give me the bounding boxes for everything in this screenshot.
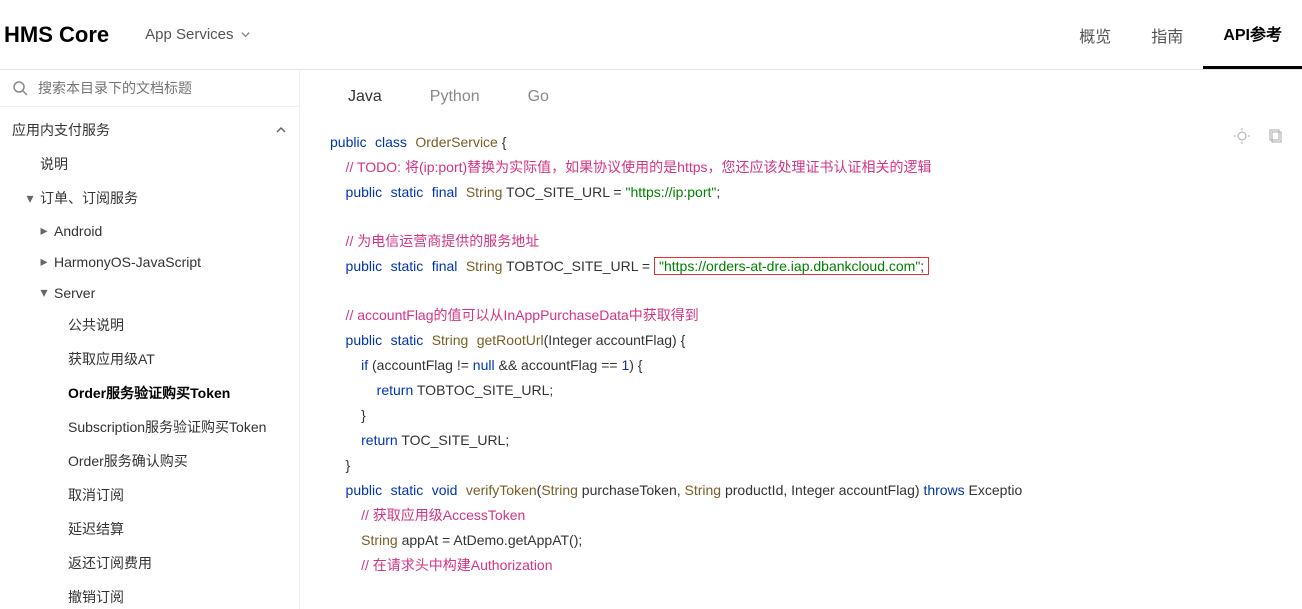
chevron-down-icon — [240, 29, 251, 40]
theme-toggle-icon[interactable] — [1234, 128, 1250, 149]
sidebar-item[interactable]: Subscription服务验证购买Token — [0, 410, 299, 444]
tab-overview[interactable]: 概览 — [1059, 0, 1131, 69]
sidebar-item[interactable]: 延迟结算 — [0, 512, 299, 546]
code-tab-go[interactable]: Go — [528, 88, 549, 106]
highlighted-url: "https://orders-at-dre.iap.dbankcloud.co… — [654, 257, 929, 275]
sidebar-item-label: 返还订阅费用 — [68, 553, 152, 573]
sidebar-item[interactable]: ▸HarmonyOS-JavaScript — [0, 246, 299, 277]
sidebar-item[interactable]: 获取应用级AT — [0, 342, 299, 376]
search-icon — [12, 80, 28, 96]
sidebar: 应用内支付服务 说明▾订单、订阅服务▸Android▸HarmonyOS-Jav… — [0, 70, 300, 609]
sidebar-root[interactable]: 应用内支付服务 — [0, 113, 299, 147]
sidebar-item-label: Order服务验证购买Token — [68, 383, 230, 403]
code-lang-tabs: Java Python Go — [300, 70, 1302, 120]
sidebar-item[interactable]: 公共说明 — [0, 308, 299, 342]
sidebar-item-label: 公共说明 — [68, 315, 124, 335]
code-toolbar — [1234, 128, 1284, 149]
tab-guide[interactable]: 指南 — [1131, 0, 1203, 69]
sidebar-item[interactable]: 取消订阅 — [0, 478, 299, 512]
code-tab-java[interactable]: Java — [348, 88, 382, 106]
sidebar-item[interactable]: 返还订阅费用 — [0, 546, 299, 580]
sidebar-item-label: HarmonyOS-JavaScript — [54, 254, 201, 270]
header: HMS Core App Services 概览 指南 API参考 — [0, 0, 1302, 70]
caret-icon: ▾ — [24, 190, 36, 207]
brand-logo: HMS Core — [4, 22, 109, 48]
caret-icon: ▸ — [38, 222, 50, 239]
sidebar-root-label: 应用内支付服务 — [12, 120, 110, 140]
sidebar-item-label: Order服务确认购买 — [68, 451, 188, 471]
search-row — [0, 70, 299, 107]
sidebar-item[interactable]: ▸Android — [0, 215, 299, 246]
sidebar-item[interactable]: ▾Server — [0, 277, 299, 308]
sidebar-item[interactable]: ▾订单、订阅服务 — [0, 181, 299, 215]
sidebar-item-label: Server — [54, 285, 95, 301]
sidebar-item[interactable]: 撤销订阅 — [0, 580, 299, 609]
tab-api-reference[interactable]: API参考 — [1203, 0, 1302, 69]
dropdown-label: App Services — [145, 26, 233, 43]
sidebar-item-label: 获取应用级AT — [68, 349, 155, 369]
code-block: public class OrderService { // TODO: 将(i… — [300, 120, 1302, 578]
sidebar-item-label: Android — [54, 223, 102, 239]
sidebar-item[interactable]: Order服务验证购买Token — [0, 376, 299, 410]
app-services-dropdown[interactable]: App Services — [145, 26, 250, 43]
sidebar-item[interactable]: 说明 — [0, 147, 299, 181]
code-tab-python[interactable]: Python — [430, 88, 480, 106]
copy-icon[interactable] — [1268, 128, 1284, 149]
sidebar-item-label: 延迟结算 — [68, 519, 124, 539]
sidebar-item[interactable]: Order服务确认购买 — [0, 444, 299, 478]
sidebar-item-label: 说明 — [40, 154, 68, 174]
sidebar-item-label: 撤销订阅 — [68, 587, 124, 607]
chevron-up-icon — [275, 124, 287, 136]
sidebar-item-label: Subscription服务验证购买Token — [68, 417, 266, 437]
sidebar-item-label: 订单、订阅服务 — [40, 188, 138, 208]
caret-icon: ▾ — [38, 284, 50, 301]
sidebar-item-label: 取消订阅 — [68, 485, 124, 505]
nav-tabs: 概览 指南 API参考 — [1059, 0, 1302, 69]
caret-icon: ▸ — [38, 253, 50, 270]
content-area: Java Python Go public class OrderService… — [300, 70, 1302, 609]
sidebar-list: 应用内支付服务 说明▾订单、订阅服务▸Android▸HarmonyOS-Jav… — [0, 107, 299, 609]
search-input[interactable] — [38, 80, 287, 96]
